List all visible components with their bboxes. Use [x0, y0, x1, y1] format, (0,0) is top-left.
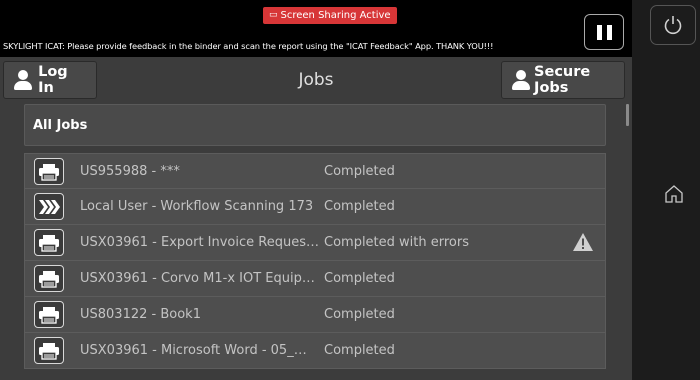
job-status: Completed — [324, 163, 395, 179]
home-button[interactable] — [663, 183, 685, 205]
job-row[interactable]: US955988 - *** Completed — [24, 153, 606, 189]
warning-icon — [572, 232, 594, 252]
power-icon — [664, 16, 682, 35]
job-row[interactable]: US803122 - Book1 Completed — [24, 297, 606, 333]
job-name: USX03961 - Export Invoice Reques… — [80, 235, 319, 250]
job-row[interactable]: USX03961 - Corvo M1-x IOT Equip… Complete… — [24, 261, 606, 297]
screen-sharing-label: Screen Sharing Active — [280, 10, 391, 21]
printer-icon — [34, 301, 64, 328]
pause-button[interactable] — [584, 14, 624, 50]
job-name: US955988 - *** — [80, 163, 180, 179]
job-filter-label: All Jobs — [33, 117, 88, 133]
job-name: US803122 - Book1 — [80, 307, 201, 322]
printer-icon — [34, 265, 64, 292]
user-icon — [512, 70, 530, 90]
printer-icon — [34, 158, 64, 185]
pause-icon — [596, 24, 602, 40]
notification-banner: ▭ Screen Sharing Active SKYLIGHT ICAT: P… — [0, 0, 632, 57]
job-status: Completed — [324, 199, 395, 214]
feedback-message: SKYLIGHT ICAT: Please provide feedback i… — [3, 41, 494, 51]
secure-jobs-label: Secure Jobs — [534, 64, 591, 96]
chat-icon: ▭ — [269, 10, 278, 20]
job-row[interactable]: USX03961 - Export Invoice Reques… Complet… — [24, 225, 606, 261]
printer-icon — [34, 337, 64, 364]
screen-sharing-badge: ▭ Screen Sharing Active — [263, 7, 397, 24]
job-list: US955988 - *** Completed Local User - Work… — [24, 153, 606, 369]
job-name: USX03961 - Corvo M1-x IOT Equip… — [80, 271, 315, 286]
top-bar: Log In Jobs Secure Jobs — [0, 57, 632, 103]
printer-icon — [34, 229, 64, 256]
job-row[interactable]: USX03961 - Microsoft Word - 05_… Complete… — [24, 333, 606, 369]
workflow-scan-icon — [34, 193, 64, 220]
secure-jobs-button[interactable]: Secure Jobs — [501, 61, 625, 99]
job-name: Local User - Workflow Scanning 173 — [80, 199, 314, 214]
scrollbar[interactable] — [626, 104, 629, 126]
job-filter-dropdown[interactable]: All Jobs — [24, 104, 606, 146]
home-icon — [665, 185, 683, 203]
job-status: Completed with errors — [324, 235, 469, 250]
device-screen: ▭ Screen Sharing Active SKYLIGHT ICAT: P… — [0, 0, 632, 380]
job-row[interactable]: Local User - Workflow Scanning 173 Comple… — [24, 189, 606, 225]
job-status: Completed — [324, 343, 395, 358]
job-status: Completed — [324, 271, 395, 286]
job-name: USX03961 - Microsoft Word - 05_… — [80, 343, 307, 358]
power-button[interactable] — [650, 5, 696, 45]
job-status: Completed — [324, 307, 395, 322]
